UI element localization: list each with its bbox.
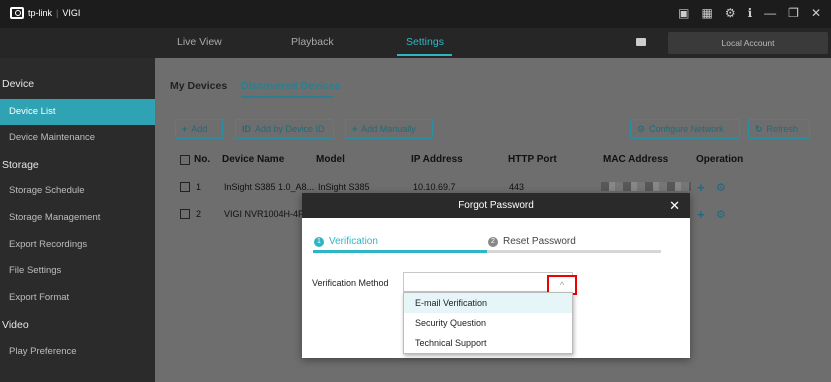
window-controls: ▣ ▦ ⚙ ℹ — ❐ ✕ — [666, 6, 821, 20]
add-button-label: Add — [191, 124, 208, 134]
gear-icon: ⚙ — [637, 124, 646, 134]
sidebar-item-device-list[interactable]: Device List — [0, 99, 155, 125]
row-model: InSight S385 — [318, 182, 370, 192]
sidebar-group-video: Video — [2, 319, 29, 331]
sidebar-item-storage-schedule[interactable]: Storage Schedule — [0, 178, 155, 204]
mac-address-redacted — [601, 182, 691, 191]
step-progress-fill — [313, 250, 487, 253]
tp-link-logo-icon — [10, 7, 24, 19]
column-header-model: Model — [316, 154, 345, 165]
column-header-ip-address: IP Address — [411, 154, 463, 165]
add-manually-button[interactable]: + Add Manually — [345, 119, 433, 139]
step-verification: 1 Verification — [314, 236, 378, 247]
sidebar-item-file-settings[interactable]: File Settings — [0, 258, 155, 284]
sidebar-item-device-maintenance[interactable]: Device Maintenance — [0, 125, 155, 151]
step-number: 1 — [314, 236, 324, 247]
save-icon[interactable]: ▣ — [678, 6, 689, 20]
chip-icon[interactable]: ▦ — [702, 6, 713, 20]
column-header-operation: Operation — [696, 154, 744, 165]
dialog-header: Forgot Password ✕ — [302, 193, 690, 218]
sidebar: Device Device List Device Maintenance St… — [0, 58, 155, 382]
add-by-device-id-label: Add by Device ID — [255, 124, 325, 134]
settings-gear-icon[interactable]: ⚙ — [716, 182, 726, 194]
account-button[interactable]: Local Account — [668, 32, 828, 54]
tab-live-view[interactable]: Live View — [177, 36, 222, 48]
row-checkbox[interactable] — [180, 209, 190, 219]
refresh-icon: ↻ — [755, 124, 763, 134]
tab-active-indicator — [397, 54, 452, 56]
sidebar-group-device: Device — [2, 78, 35, 90]
sidebar-item-play-preference[interactable]: Play Preference — [0, 339, 155, 365]
row-number: 2 — [196, 209, 202, 219]
add-device-icon[interactable]: + — [697, 181, 705, 194]
column-header-mac-address: MAC Address — [603, 154, 669, 165]
option-technical-support[interactable]: Technical Support — [404, 333, 572, 353]
select-all-checkbox[interactable] — [180, 155, 190, 165]
sidebar-item-export-format[interactable]: Export Format — [0, 285, 155, 311]
step-label: Reset Password — [503, 236, 576, 247]
subtab-active-indicator — [241, 96, 333, 98]
id-icon: ID — [242, 124, 251, 134]
configure-network-button[interactable]: ⚙ Configure Network — [630, 119, 740, 139]
verification-method-dropdown: E-mail Verification Security Question Te… — [403, 292, 573, 354]
restore-icon[interactable]: ❐ — [788, 6, 799, 20]
row-ip-address: 10.10.69.7 — [413, 182, 456, 192]
tab-playback[interactable]: Playback — [291, 36, 334, 48]
verification-method-select[interactable]: ^ — [403, 272, 577, 295]
row-device-name: VIGI NVR1004H-4P — [224, 209, 305, 219]
product-name: VIGI — [62, 8, 81, 18]
plus-icon: + — [182, 124, 188, 134]
refresh-button[interactable]: ↻ Refresh — [748, 119, 810, 139]
app-logo: tp-link | VIGI — [10, 7, 80, 19]
sidebar-item-storage-management[interactable]: Storage Management — [0, 205, 155, 231]
option-security-question[interactable]: Security Question — [404, 313, 572, 333]
sidebar-item-export-recordings[interactable]: Export Recordings — [0, 232, 155, 258]
folder-icon[interactable] — [636, 38, 646, 46]
refresh-label: Refresh — [766, 124, 799, 134]
option-email-verification[interactable]: E-mail Verification — [404, 293, 572, 313]
settings-gear-icon[interactable]: ⚙ — [716, 209, 726, 221]
tab-settings[interactable]: Settings — [406, 36, 444, 48]
row-checkbox[interactable] — [180, 182, 190, 192]
sidebar-group-storage: Storage — [2, 159, 39, 171]
add-device-icon[interactable]: + — [697, 208, 705, 221]
add-manually-label: Add Manually — [361, 124, 416, 134]
column-header-http-port: HTTP Port — [508, 154, 557, 165]
title-bar: tp-link | VIGI ▣ ▦ ⚙ ℹ — ❐ ✕ — [0, 0, 831, 28]
step-reset-password: 2 Reset Password — [488, 236, 576, 247]
verification-method-label: Verification Method — [312, 278, 389, 288]
plus-icon: + — [352, 124, 358, 134]
top-nav: Live View Playback Settings Local Accoun… — [0, 28, 831, 58]
close-icon[interactable]: ✕ — [669, 193, 680, 218]
tab-my-devices[interactable]: My Devices — [170, 80, 227, 92]
step-label: Verification — [329, 236, 378, 247]
brand-separator: | — [56, 8, 59, 18]
row-device-name: InSight S385 1.0_A8... — [224, 182, 315, 192]
row-number: 1 — [196, 182, 202, 192]
close-icon[interactable]: ✕ — [811, 6, 821, 20]
add-button[interactable]: + Add — [175, 119, 223, 139]
dialog-title: Forgot Password — [458, 200, 534, 211]
add-by-device-id-button[interactable]: ID Add by Device ID — [235, 119, 334, 139]
column-header-device-name: Device Name — [222, 154, 285, 165]
step-progress-bar — [313, 250, 661, 253]
tab-discovered-devices[interactable]: Discovered Devices — [241, 80, 340, 92]
minimize-icon[interactable]: — — [764, 6, 776, 20]
column-header-no: No. — [194, 154, 211, 165]
brand-name: tp-link — [28, 8, 53, 18]
gear-icon[interactable]: ⚙ — [725, 6, 736, 20]
info-icon[interactable]: ℹ — [748, 6, 753, 20]
row-http-port: 443 — [509, 182, 525, 192]
configure-network-label: Configure Network — [649, 124, 724, 134]
step-number: 2 — [488, 236, 498, 247]
